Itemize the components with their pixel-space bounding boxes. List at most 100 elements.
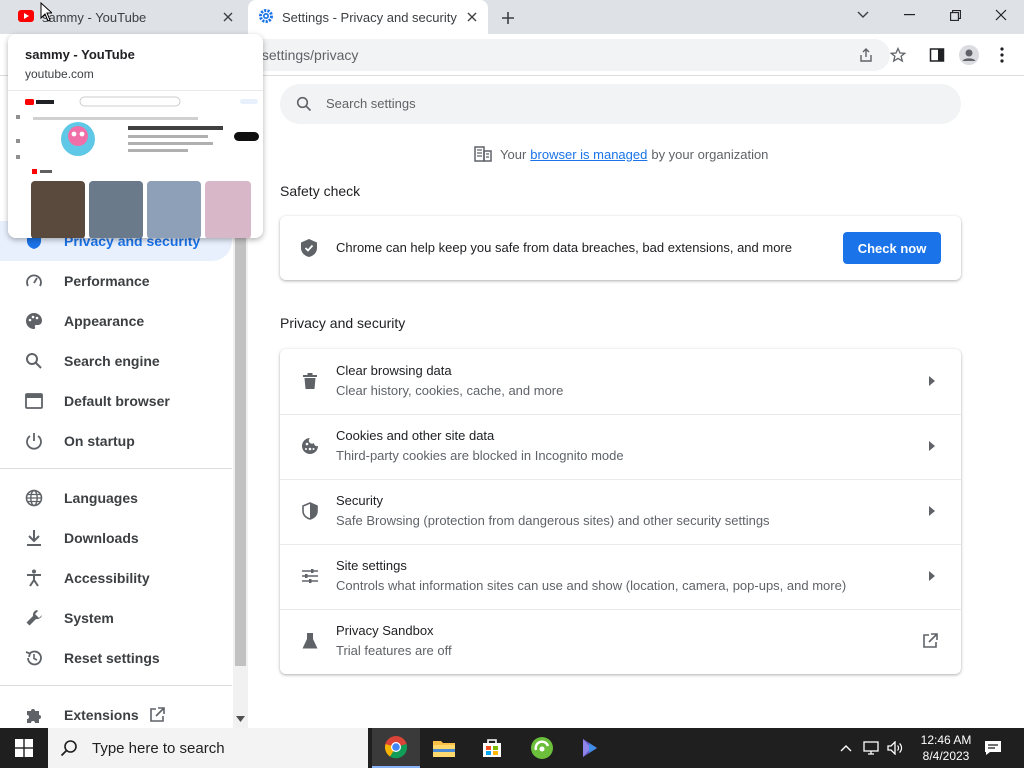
site-settings-row[interactable]: Site settings Controls what information … (280, 544, 961, 609)
sidebar-item-label: Accessibility (64, 570, 150, 586)
puzzle-icon (22, 703, 46, 727)
sidebar-item-on-startup[interactable]: On startup (0, 421, 232, 461)
open-external-icon (920, 631, 940, 651)
share-icon[interactable] (855, 44, 877, 66)
row-title: Security (336, 493, 383, 508)
sidebar-item-label: Downloads (64, 530, 139, 546)
power-icon (22, 429, 46, 453)
browser-managed-link[interactable]: browser is managed (530, 147, 647, 162)
tab-title: sammy - YouTube (42, 9, 147, 25)
clear-browsing-data-row[interactable]: Clear browsing data Clear history, cooki… (280, 349, 961, 414)
safety-check-text: Chrome can help keep you safe from data … (336, 240, 792, 255)
sidebar-item-search-engine[interactable]: Search engine (0, 341, 232, 381)
taskbar-clock[interactable]: 12:46 AM 8/4/2023 (910, 732, 982, 764)
mouse-cursor-icon (40, 2, 52, 22)
show-hidden-icons-chevron-icon[interactable] (836, 728, 856, 768)
shield-check-icon (300, 238, 318, 258)
shorts-thumbnail (205, 181, 251, 238)
safety-check-card: Chrome can help keep you safe from data … (280, 216, 961, 280)
sidebar-item-label: On startup (64, 433, 135, 449)
file-explorer-taskbar-icon[interactable] (420, 728, 468, 768)
sidebar-item-accessibility[interactable]: Accessibility (0, 558, 232, 598)
scroll-down-arrow-icon[interactable] (236, 716, 245, 722)
more-menu-icon[interactable] (991, 44, 1013, 66)
search-icon (60, 740, 77, 757)
settings-main: Search settings Your browser is managed … (248, 76, 1024, 728)
hover-card-title: sammy - YouTube (25, 47, 135, 62)
sidebar-item-label: Search engine (64, 353, 160, 369)
chevron-right-icon (924, 568, 940, 584)
sliders-icon (298, 564, 322, 588)
sidebar-item-languages[interactable]: Languages (0, 478, 232, 518)
row-title: Site settings (336, 558, 407, 573)
network-icon[interactable] (860, 728, 882, 768)
flask-icon (298, 629, 322, 653)
shorts-thumbnail (31, 181, 85, 238)
row-subtitle: Safe Browsing (protection from dangerous… (336, 513, 770, 528)
settings-search-input[interactable]: Search settings (280, 84, 961, 124)
tab-strip: sammy - YouTube Settings - Privacy and s… (0, 0, 1024, 34)
volume-icon[interactable] (884, 728, 906, 768)
open-external-icon (149, 707, 165, 723)
power-automate-taskbar-icon[interactable] (566, 728, 614, 768)
sidebar-item-default-browser[interactable]: Default browser (0, 381, 232, 421)
taskbar-search-input[interactable]: Type here to search (48, 728, 368, 768)
clock-date: 8/4/2023 (922, 749, 970, 763)
sidebar-item-appearance[interactable]: Appearance (0, 301, 232, 341)
profile-avatar-icon[interactable] (958, 44, 980, 66)
row-subtitle: Trial features are off (336, 643, 452, 658)
gear-icon (258, 8, 274, 27)
tab-search-chevron-icon[interactable] (840, 0, 886, 30)
tab-settings[interactable]: Settings - Privacy and security (248, 0, 488, 34)
sidebar-item-label: Performance (64, 273, 150, 289)
sidebar-item-label: Extensions (64, 707, 139, 723)
wrench-icon (22, 606, 46, 630)
chrome-taskbar-icon[interactable] (372, 728, 420, 768)
cookie-icon (298, 434, 322, 458)
close-icon[interactable] (218, 7, 238, 27)
chevron-right-icon (924, 438, 940, 454)
restore-icon[interactable] (932, 0, 978, 30)
tab-hover-card: sammy - YouTube youtube.com (8, 34, 263, 238)
security-row[interactable]: Security Safe Browsing (protection from … (280, 479, 961, 544)
url-text: /settings/privacy (258, 47, 359, 63)
side-panel-icon[interactable] (926, 44, 948, 66)
sidebar-item-label: Reset settings (64, 650, 160, 666)
trash-icon (298, 369, 322, 393)
sidebar-item-extensions[interactable]: Extensions (0, 695, 232, 728)
sidebar-item-label: Languages (64, 490, 138, 506)
safety-check-title: Safety check (280, 183, 361, 199)
shorts-thumbnail (89, 181, 143, 238)
accessibility-icon (22, 566, 46, 590)
sidebar-item-downloads[interactable]: Downloads (0, 518, 232, 558)
privacy-section-title: Privacy and security (280, 315, 406, 331)
notification-center-icon[interactable] (978, 728, 1008, 768)
search-placeholder: Search settings (326, 96, 416, 111)
tab-title: Settings - Privacy and security (282, 9, 457, 25)
close-icon[interactable] (462, 7, 482, 27)
new-tab-button[interactable] (496, 6, 520, 30)
history-reset-icon (22, 646, 46, 670)
tab-preview-image (8, 90, 263, 238)
start-button[interactable] (0, 728, 48, 768)
privacy-sandbox-row[interactable]: Privacy Sandbox Trial features are off (280, 609, 961, 674)
store-taskbar-icon[interactable] (468, 728, 516, 768)
managed-prefix: Your (500, 146, 527, 162)
windows-logo-icon (15, 739, 33, 757)
sidebar-item-label: Appearance (64, 313, 145, 329)
shield-icon (298, 499, 322, 523)
cookies-row[interactable]: Cookies and other site data Third-party … (280, 414, 961, 479)
shorts-thumbnail (147, 181, 201, 238)
privacy-card: Clear browsing data Clear history, cooki… (280, 349, 961, 674)
sidebar-item-performance[interactable]: Performance (0, 261, 232, 301)
sidebar-divider (0, 468, 232, 469)
chevron-right-icon (924, 503, 940, 519)
bookmark-star-icon[interactable] (887, 44, 909, 66)
minimize-icon[interactable] (886, 0, 932, 30)
sidebar-item-reset-settings[interactable]: Reset settings (0, 638, 232, 678)
check-now-button[interactable]: Check now (843, 232, 941, 264)
sidebar-item-system[interactable]: System (0, 598, 232, 638)
row-subtitle: Third-party cookies are blocked in Incog… (336, 448, 624, 463)
close-window-icon[interactable] (978, 0, 1024, 30)
app-taskbar-icon[interactable] (518, 728, 566, 768)
